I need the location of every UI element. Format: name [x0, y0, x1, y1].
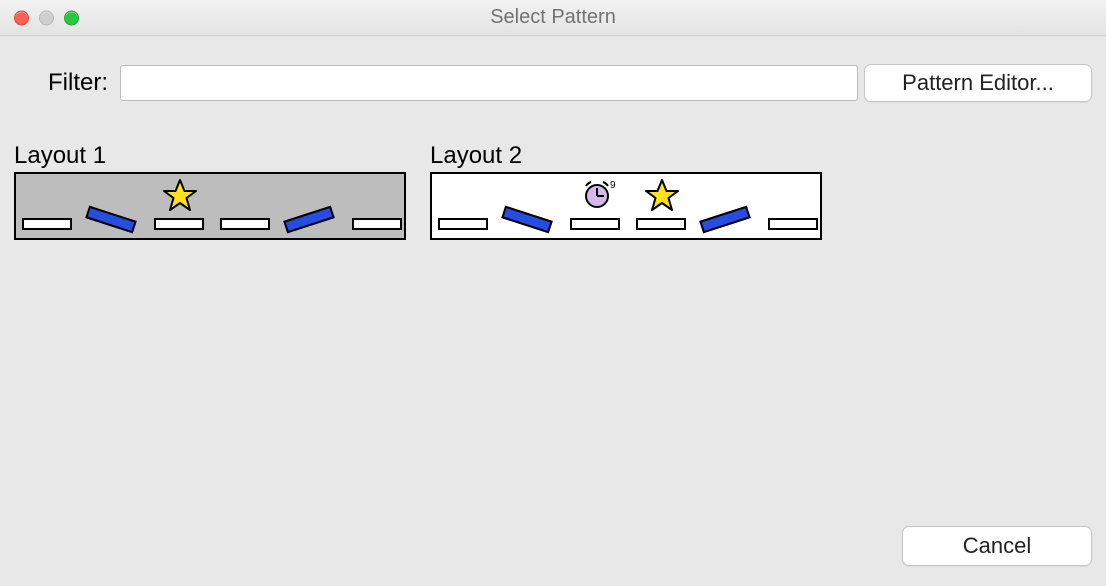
- layout-label: Layout 1: [14, 142, 406, 170]
- slot-icon: [352, 218, 402, 230]
- star-icon: [162, 178, 198, 217]
- tilt-block-icon: [85, 206, 137, 234]
- tilt-block-icon: [501, 206, 553, 234]
- slot-icon: [636, 218, 686, 230]
- titlebar[interactable]: Select Pattern: [0, 0, 1106, 36]
- content-area: Filter: Pattern Editor... Layout 1: [0, 36, 1106, 586]
- star-icon: [644, 178, 680, 217]
- layout-item: Layout 2 9: [430, 142, 822, 240]
- slot-icon: [570, 218, 620, 230]
- layouts-list: Layout 1 Layout 2: [14, 142, 1092, 240]
- pattern-thumbnail[interactable]: [14, 172, 406, 240]
- close-icon[interactable]: [14, 10, 29, 25]
- window-title: Select Pattern: [490, 6, 616, 29]
- layout-item: Layout 1: [14, 142, 406, 240]
- pattern-thumbnail[interactable]: 9: [430, 172, 822, 240]
- window-controls: [14, 10, 79, 25]
- footer: Cancel: [14, 510, 1092, 566]
- layout-label: Layout 2: [430, 142, 822, 170]
- slot-icon: [22, 218, 72, 230]
- minimize-icon[interactable]: [39, 10, 54, 25]
- clock-icon: 9: [580, 178, 620, 215]
- pattern-editor-button[interactable]: Pattern Editor...: [864, 64, 1092, 102]
- slot-icon: [438, 218, 488, 230]
- filter-input[interactable]: [120, 65, 858, 101]
- cancel-button[interactable]: Cancel: [902, 526, 1092, 566]
- zoom-icon[interactable]: [64, 10, 79, 25]
- tilt-block-icon: [283, 206, 335, 234]
- slot-icon: [768, 218, 818, 230]
- slot-icon: [154, 218, 204, 230]
- tilt-block-icon: [699, 206, 751, 234]
- filter-row: Filter: Pattern Editor...: [14, 64, 1092, 102]
- filter-label: Filter:: [14, 69, 114, 97]
- svg-text:9: 9: [610, 180, 616, 191]
- slot-icon: [220, 218, 270, 230]
